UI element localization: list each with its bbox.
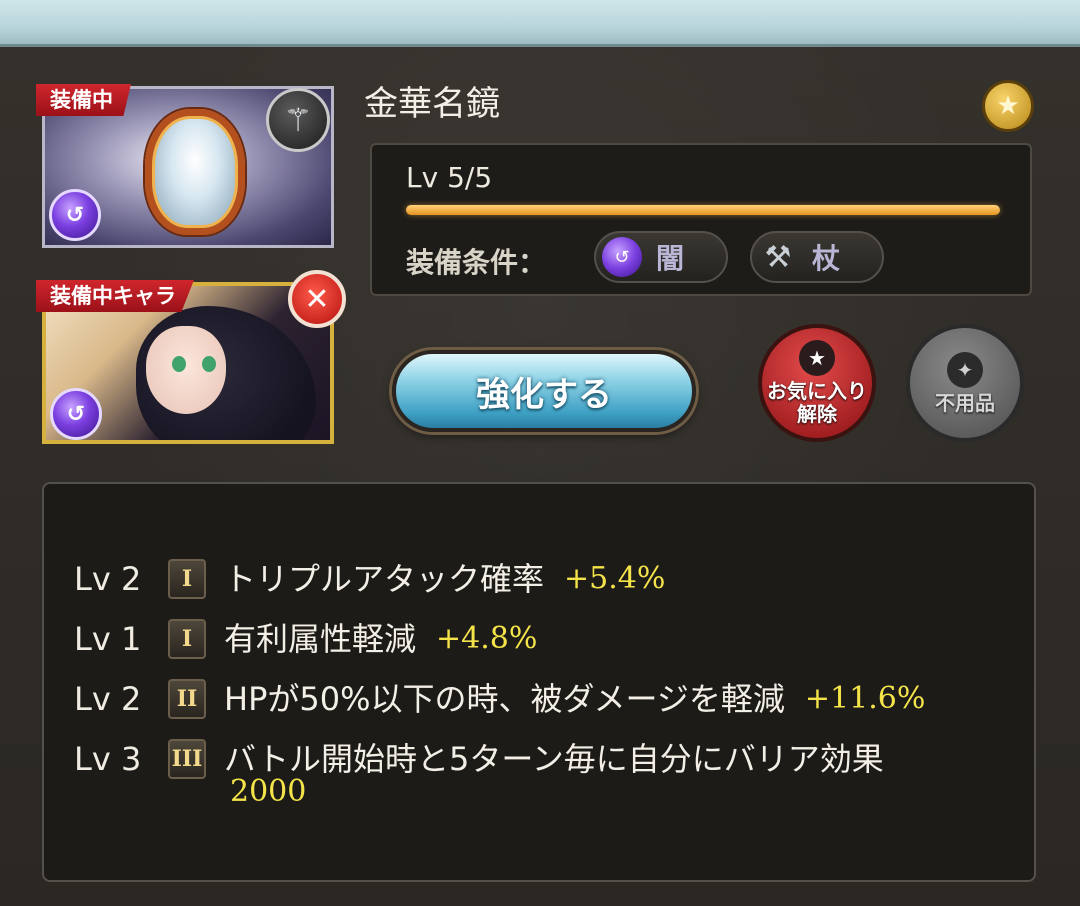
level-text: Lv 5/5	[406, 161, 493, 194]
skill-name: HPが50%以下の時、被ダメージを軽減	[224, 680, 785, 718]
staff-type-icon: ⚚	[266, 88, 330, 152]
sparkle-icon: ✦	[947, 351, 983, 388]
requirements-label: 装備条件：	[406, 246, 547, 279]
close-icon: ✕	[304, 281, 330, 317]
skill-rank-icon: I	[168, 559, 206, 599]
dark-element-icon: ↺	[50, 388, 102, 440]
requirement-weapon-label: 杖	[812, 242, 841, 275]
dark-element-icon: ↺	[49, 189, 101, 241]
character-eye	[202, 356, 216, 372]
skill-value: +11.6%	[804, 681, 926, 716]
unneeded-button-label: 不用品	[935, 390, 995, 415]
staff-icon: ⚒	[764, 239, 792, 275]
skill-value: 2000	[230, 774, 307, 809]
unfavorite-button[interactable]: ★ お気に入り 解除	[758, 324, 876, 442]
skill-row: Lv 2 II HPが50%以下の時、被ダメージを軽減 +11.6%	[74, 676, 925, 728]
skill-name: 有利属性軽減	[224, 620, 417, 658]
favorite-star-icon: ★	[982, 80, 1034, 132]
skill-level: Lv 2	[74, 680, 142, 718]
equipped-character-ribbon: 装備中キャラ	[36, 280, 194, 312]
skill-level: Lv 1	[74, 620, 142, 658]
skill-value: +5.4%	[564, 561, 666, 596]
dark-element-icon: ↺	[602, 237, 642, 277]
top-header-bar	[0, 0, 1080, 47]
enhance-button[interactable]: 強化する	[392, 350, 696, 432]
skills-box: Lv 2 I トリプルアタック確率 +5.4% Lv 1 I 有利属性軽減 +4…	[42, 482, 1036, 882]
skill-value: +4.8%	[436, 621, 538, 656]
enhance-button-label: 強化する	[476, 374, 612, 415]
skill-name: バトル開始時と5ターン毎に自分にバリア効果	[224, 740, 884, 778]
requirement-element-pill: ↺ 闇	[594, 231, 728, 283]
requirement-element-label: 闇	[656, 242, 685, 275]
skill-rank-icon: I	[168, 619, 206, 659]
skill-level: Lv 2	[74, 560, 142, 598]
unequip-close-button[interactable]: ✕	[288, 270, 346, 328]
equipped-ribbon: 装備中	[36, 84, 131, 116]
unneeded-button[interactable]: ✦ 不用品	[906, 324, 1024, 442]
skill-rank-icon: II	[168, 679, 206, 719]
character-eye	[172, 356, 186, 372]
skill-rank-icon: III	[168, 739, 206, 779]
weapon-info-box: Lv 5/5 装備条件： ↺ 闇 ⚒ 杖	[370, 143, 1032, 296]
skill-name: トリプルアタック確率	[224, 560, 545, 598]
skill-level: Lv 3	[74, 740, 142, 778]
character-face	[146, 326, 226, 414]
star-icon: ★	[799, 340, 835, 376]
skill-row: Lv 3 III バトル開始時と5ターン毎に自分にバリア効果	[74, 736, 884, 788]
skill-row: Lv 2 I トリプルアタック確率 +5.4%	[74, 556, 665, 608]
level-progress-bar	[406, 205, 1000, 215]
requirement-weapon-pill: ⚒ 杖	[750, 231, 884, 283]
skill-row: Lv 1 I 有利属性軽減 +4.8%	[74, 616, 537, 668]
weapon-image	[145, 109, 245, 235]
unfavorite-button-label: お気に入り 解除	[767, 379, 867, 426]
weapon-name: 金華名鏡	[364, 84, 500, 124]
